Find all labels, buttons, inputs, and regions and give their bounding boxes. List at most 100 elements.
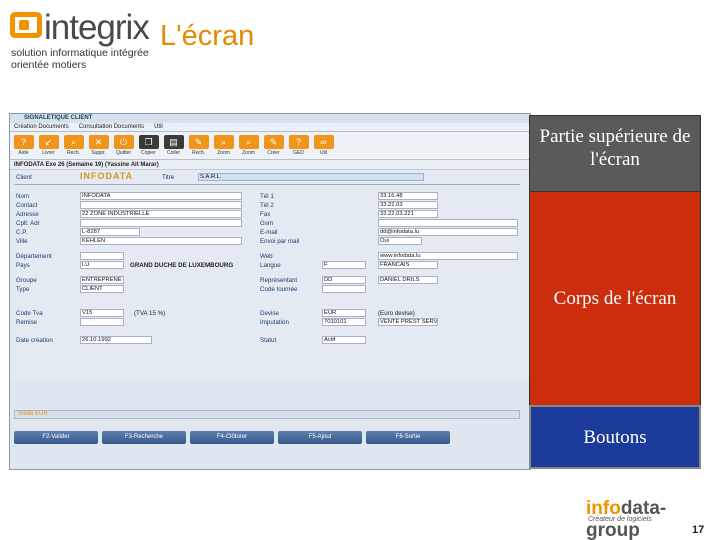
toolbar-button-10[interactable]: ✎ Créer	[262, 135, 285, 156]
toolbar-button-5[interactable]: ❐ Copier	[137, 135, 160, 156]
fax-field[interactable]: 33.22.03.221	[378, 210, 438, 218]
panel-body-section: Corps de l'écran	[529, 191, 701, 406]
toolbar-button-label: Livrer	[42, 150, 55, 156]
type-field[interactable]: CLIENT	[80, 285, 124, 293]
representant-code-field[interactable]: DD	[322, 276, 366, 284]
envoi-mail-select[interactable]: Oui	[378, 237, 422, 245]
form-divider	[14, 184, 520, 185]
ville-label: Ville	[16, 238, 28, 245]
logo-wordmark: integrix	[44, 8, 150, 47]
copy-icon: ❐	[138, 135, 159, 149]
toolbar-button-7[interactable]: ✎ Rech.	[187, 135, 210, 156]
client-name[interactable]: INFODATA	[80, 171, 133, 181]
remise-label: Remise	[16, 319, 37, 326]
titre-field[interactable]: S.A.R.L.	[198, 173, 424, 181]
date-creation-label: Date création	[16, 337, 53, 344]
toolbar-button-label: GED	[293, 150, 304, 156]
panel-buttons-label: Boutons	[583, 426, 647, 448]
zoom-icon: ⌕	[238, 135, 259, 149]
toolbar-button-3[interactable]: ✕ Suppr.	[87, 135, 110, 156]
groupe-field[interactable]: ENTREPRENE	[80, 276, 124, 284]
groupe-label: Groupe	[16, 277, 37, 284]
menu-item-util[interactable]: Util	[154, 123, 163, 131]
imputation-label: Imputation	[260, 319, 289, 326]
langue-code-field[interactable]: F	[322, 261, 366, 269]
panel-top-section: Partie supérieure de l'écran	[529, 115, 701, 192]
toolbar-button-8[interactable]: ⌕ Zoom	[212, 135, 235, 156]
toolbar-button-0[interactable]: ? Aide	[12, 135, 35, 156]
logo-tagline-2: orientée motiers	[11, 59, 87, 71]
adresse-field[interactable]: 22 ZONE INDUSTRIELLE	[80, 210, 242, 218]
tel2-field[interactable]: 33.22.03	[378, 201, 438, 209]
pays-code-field[interactable]: LU	[80, 261, 124, 269]
panel-body-label: Corps de l'écran	[553, 288, 677, 309]
nom-field[interactable]: INFODATA	[80, 192, 242, 200]
langue-name-field: FRANCAIS	[378, 261, 438, 269]
infodata-tagline: Créateur de logiciels	[588, 516, 652, 523]
gsm-field[interactable]	[378, 219, 518, 227]
web-label: Web	[260, 253, 273, 260]
toolbar-button-9[interactable]: ⌕ Zoom	[237, 135, 260, 156]
departement-label: Département	[16, 253, 52, 260]
devise-label: Devise	[260, 310, 279, 317]
toolbar-button-11[interactable]: ? GED	[287, 135, 310, 156]
representant-label: Représentant	[260, 277, 298, 284]
toolbar-button-4[interactable]: ⏻ Quitter	[112, 135, 135, 156]
code-tva-field[interactable]: V15	[80, 309, 124, 317]
panel-buttons-section: Boutons	[529, 405, 701, 469]
devise-code-field[interactable]: EUR	[322, 309, 366, 317]
contact-field[interactable]	[80, 201, 242, 209]
slide-title: L'écran	[160, 20, 255, 52]
search-icon: ⌕	[63, 135, 84, 149]
imputation-code-field[interactable]: 7010101	[322, 318, 366, 326]
zoom-icon: ⌕	[213, 135, 234, 149]
menu-item-consultation[interactable]: Consultation Documents	[79, 123, 144, 131]
edit-icon: ✎	[188, 135, 209, 149]
link-icon: ∞	[313, 135, 334, 149]
toolbar-button-label: Util	[319, 150, 328, 156]
tel1-label: Tél 1	[260, 193, 274, 200]
contact-label: Contact	[16, 202, 38, 209]
gsm-label: Gsm	[260, 220, 274, 227]
sortie-button[interactable]: F6-Sortie	[366, 431, 450, 444]
menu-item-creation[interactable]: Création Documents	[14, 123, 69, 131]
email-field[interactable]: dd@infodata.lu	[378, 228, 518, 236]
cplt-adr-field[interactable]	[80, 219, 242, 227]
remise-field[interactable]	[80, 318, 124, 326]
departement-field[interactable]	[80, 252, 124, 260]
recherche-button[interactable]: F3-Recherche	[102, 431, 186, 444]
paste-icon: ▤	[163, 135, 184, 149]
fax-label: Fax	[260, 211, 271, 218]
tva-description: (TVA 15 %)	[134, 310, 166, 317]
window-title: SIGNALETIQUE CLIENT	[10, 114, 530, 123]
toolbar-button-6[interactable]: ▤ Coller	[162, 135, 185, 156]
tel2-label: Tél 2	[260, 202, 274, 209]
tel1-field[interactable]: 33.16.48	[378, 192, 438, 200]
toolbar-button-label: Zoom	[217, 150, 230, 156]
toolbar-button-label: Copier	[141, 150, 156, 156]
toolbar-button-label: Rech.	[66, 150, 81, 156]
ajout-button[interactable]: F5-Ajout	[278, 431, 362, 444]
code-tournee-field[interactable]	[322, 285, 366, 293]
toolbar-button-1[interactable]: ↙ Livrer	[37, 135, 60, 156]
ville-field[interactable]: KEHLEN	[80, 237, 242, 245]
logo-tagline-1: solution informatique intégrée	[11, 47, 149, 59]
cloturer-button[interactable]: F4-Clôturer	[190, 431, 274, 444]
cp-field[interactable]: L-8287	[80, 228, 140, 236]
statut-field[interactable]: Actif	[322, 336, 366, 344]
valider-button[interactable]: F2-Valider	[14, 431, 98, 444]
web-field[interactable]: www.infodata.lu	[378, 252, 518, 260]
toolbar-button-2[interactable]: ⌕ Rech.	[62, 135, 85, 156]
toolbar-button-12[interactable]: ∞ Util	[312, 135, 335, 156]
logo-registered-mark: ®	[140, 28, 145, 34]
cp-label: C.P.	[16, 229, 28, 236]
langue-label: Langue	[260, 262, 281, 269]
titre-label: Titre	[162, 174, 175, 181]
panel-top-label: Partie supérieure de l'écran	[539, 126, 691, 170]
solde-bar: Solde EUR	[14, 410, 520, 419]
code-tva-label: Code Tva	[16, 310, 43, 317]
toolbar-button-label: Aide	[18, 150, 29, 156]
pays-name: GRAND DUCHE DE LUXEMBOURG	[130, 262, 234, 269]
date-creation-field[interactable]: 26.10.1992	[80, 336, 152, 344]
type-label: Type	[16, 286, 30, 293]
